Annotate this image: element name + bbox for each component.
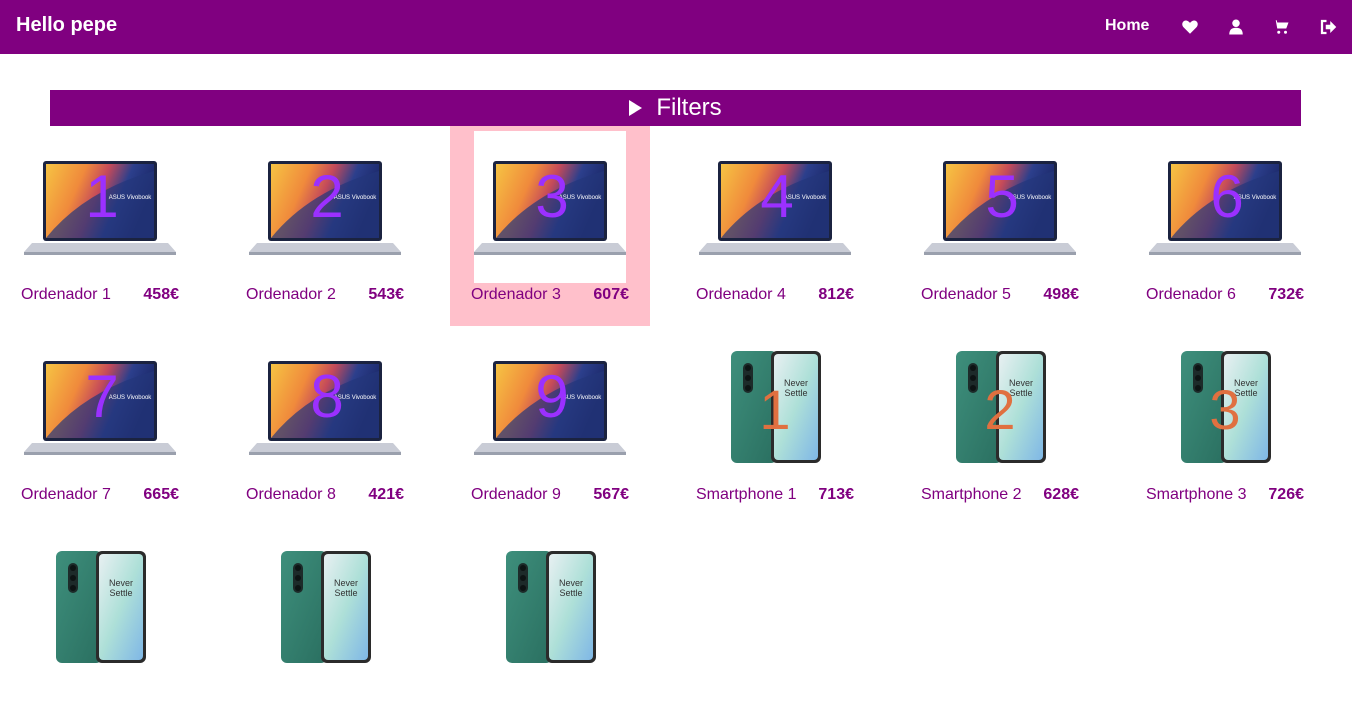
product-card[interactable]: Never Settle 1 Smartphone 1 713€ [675,326,875,526]
product-card[interactable]: Never Settle [450,526,650,726]
product-image[interactable]: ASUS Vivobook 2 [249,131,401,283]
svg-text:Never: Never [334,578,358,588]
product-image[interactable]: ASUS Vivobook 7 [24,331,176,483]
laptop-image: ASUS Vivobook 1 [24,161,176,255]
svg-text:8: 8 [310,363,343,430]
svg-text:7: 7 [85,363,118,430]
top-navbar: Hello pepe Home [0,0,1352,54]
product-price: 567€ [593,486,629,503]
product-price: 607€ [593,286,629,303]
product-name[interactable]: Ordenador 1 [21,286,111,304]
product-name[interactable]: Smartphone 1 [696,486,797,504]
product-card[interactable]: ASUS Vivobook 5 Ordenador 5 498€ [900,126,1100,326]
smartphone-image: Never Settle [281,551,371,663]
smartphone-image: Never Settle 1 [731,351,821,463]
svg-text:Settle: Settle [334,588,357,598]
smartphone-image: Never Settle [506,551,596,663]
product-name[interactable]: Ordenador 4 [696,286,786,304]
laptop-image: ASUS Vivobook 3 [474,161,626,255]
product-name[interactable]: Smartphone 2 [921,486,1022,504]
product-name[interactable]: Ordenador 2 [246,286,336,304]
svg-text:9: 9 [535,363,568,430]
svg-text:2: 2 [310,163,343,230]
filters-toggle[interactable]: Filters [50,90,1301,126]
product-price: 498€ [1043,286,1079,303]
svg-text:Never: Never [559,578,583,588]
product-image[interactable]: Never Settle 2 [924,331,1076,483]
product-image[interactable]: ASUS Vivobook 3 [474,131,626,283]
product-card[interactable]: ASUS Vivobook 7 Ordenador 7 665€ [0,326,200,526]
product-price: 812€ [818,286,854,303]
product-image[interactable]: Never Settle [249,531,401,683]
product-image[interactable]: ASUS Vivobook 9 [474,331,626,483]
svg-text:6: 6 [1210,163,1243,230]
product-image[interactable]: Never Settle 3 [1149,331,1301,483]
product-card[interactable]: Never Settle 3 Smartphone 3 726€ [1125,326,1325,526]
product-price: 732€ [1268,286,1304,303]
laptop-image: ASUS Vivobook 5 [924,161,1076,255]
logout-icon[interactable] [1319,18,1337,36]
product-card[interactable]: ASUS Vivobook 9 Ordenador 9 567€ [450,326,650,526]
svg-text:1: 1 [759,378,790,441]
svg-text:Never: Never [109,578,133,588]
product-price: 713€ [818,486,854,503]
filters-label: Filters [656,94,722,121]
product-card[interactable]: Never Settle [0,526,200,726]
product-card[interactable]: ASUS Vivobook 8 Ordenador 8 421€ [225,326,425,526]
laptop-image: ASUS Vivobook 2 [249,161,401,255]
laptop-image: ASUS Vivobook 7 [24,361,176,455]
home-link[interactable]: Home [1105,17,1149,35]
product-image[interactable]: ASUS Vivobook 6 [1149,131,1301,283]
smartphone-image: Never Settle 2 [956,351,1046,463]
product-card[interactable]: ASUS Vivobook 2 Ordenador 2 543€ [225,126,425,326]
product-price: 458€ [143,286,179,303]
svg-text:2: 2 [984,378,1015,441]
product-card[interactable]: ASUS Vivobook 1 Ordenador 1 458€ [0,126,200,326]
laptop-image: ASUS Vivobook 8 [249,361,401,455]
smartphone-image: Never Settle [56,551,146,663]
triangle-right-icon [629,100,643,116]
product-name[interactable]: Ordenador 8 [246,486,336,504]
product-image[interactable]: ASUS Vivobook 4 [699,131,851,283]
product-card[interactable]: Never Settle [225,526,425,726]
laptop-image: ASUS Vivobook 4 [699,161,851,255]
product-price: 726€ [1268,486,1304,503]
svg-text:5: 5 [985,163,1018,230]
product-image[interactable]: Never Settle 1 [699,331,851,483]
product-name[interactable]: Ordenador 9 [471,486,561,504]
user-icon[interactable] [1227,18,1245,36]
svg-text:1: 1 [85,163,118,230]
product-card[interactable]: ASUS Vivobook 6 Ordenador 6 732€ [1125,126,1325,326]
product-card[interactable]: ASUS Vivobook 3 Ordenador 3 607€ [450,126,650,326]
product-image[interactable]: ASUS Vivobook 1 [24,131,176,283]
product-price: 543€ [368,286,404,303]
heart-icon[interactable] [1181,18,1199,36]
product-name[interactable]: Smartphone 3 [1146,486,1247,504]
product-price: 665€ [143,486,179,503]
greeting-title: Hello pepe [16,14,118,36]
svg-text:3: 3 [535,163,568,230]
product-price: 421€ [368,486,404,503]
smartphone-image: Never Settle 3 [1181,351,1271,463]
product-price: 628€ [1043,486,1079,503]
product-image[interactable]: ASUS Vivobook 5 [924,131,1076,283]
product-card[interactable]: Never Settle 2 Smartphone 2 628€ [900,326,1100,526]
product-image[interactable]: Never Settle [24,531,176,683]
product-image[interactable]: ASUS Vivobook 8 [249,331,401,483]
laptop-image: ASUS Vivobook 6 [1149,161,1301,255]
svg-text:Settle: Settle [559,588,582,598]
product-name[interactable]: Ordenador 7 [21,486,111,504]
cart-icon[interactable] [1272,18,1290,36]
svg-text:Settle: Settle [109,588,132,598]
laptop-image: ASUS Vivobook 9 [474,361,626,455]
product-name[interactable]: Ordenador 6 [1146,286,1236,304]
svg-text:4: 4 [760,163,793,230]
svg-text:3: 3 [1209,378,1240,441]
product-image[interactable]: Never Settle [474,531,626,683]
product-name[interactable]: Ordenador 5 [921,286,1011,304]
product-name[interactable]: Ordenador 3 [471,286,561,304]
product-card[interactable]: ASUS Vivobook 4 Ordenador 4 812€ [675,126,875,326]
